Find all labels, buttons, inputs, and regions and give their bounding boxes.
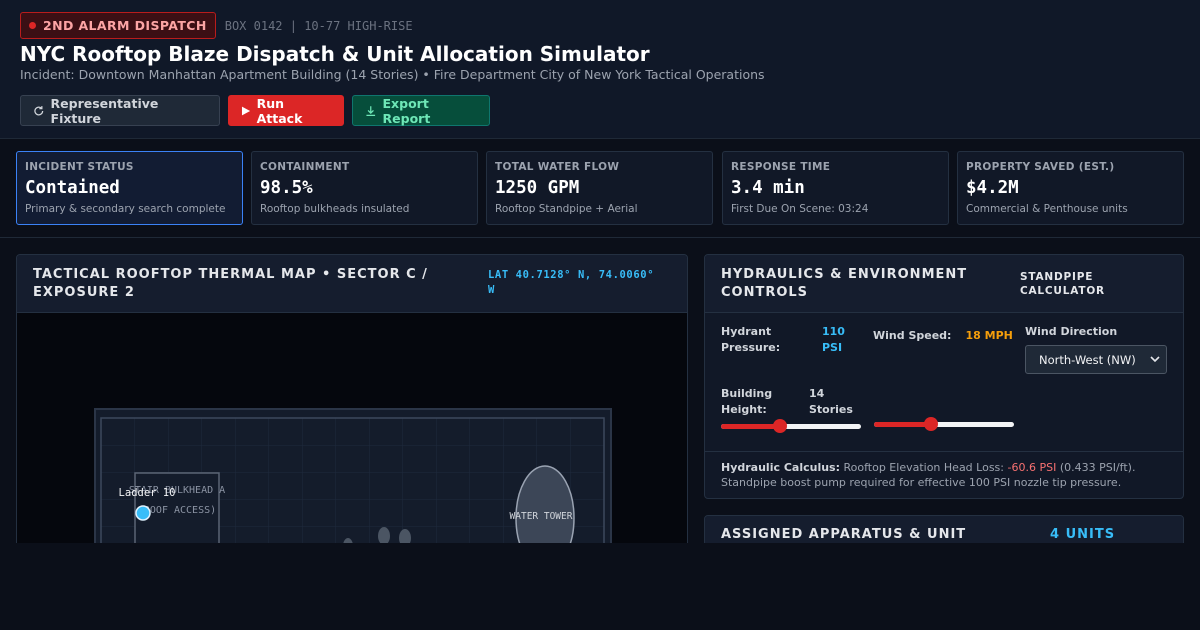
- slider-thumb[interactable]: [772, 419, 787, 433]
- run-attack-button[interactable]: Run Attack: [228, 95, 344, 126]
- stat-note: Rooftop Standpipe + Aerial: [495, 203, 638, 215]
- units-count-badge: 4 UNITS: [1050, 527, 1116, 542]
- map-coordinates-line-2: W: [488, 284, 495, 296]
- calc-heading: Hydraulic Calculus:: [721, 461, 840, 474]
- stat-value: Contained: [25, 178, 120, 198]
- thermal-map-canvas[interactable]: STAIR BULKHEAD A (ROOF ACCESS) WATER TOW…: [17, 313, 687, 553]
- calc-text-1: Rooftop Elevation Head Loss:: [843, 461, 1005, 474]
- hydraulic-calculus-note: Hydraulic Calculus: Rooftop Elevation He…: [705, 451, 1183, 498]
- export-report-label: Export Report: [382, 95, 431, 126]
- calc-text-3: Standpipe boost pump required for effect…: [721, 476, 1122, 489]
- refresh-icon: [34, 105, 44, 115]
- apparatus-title: ASSIGNED APPARATUS & UNIT: [721, 527, 967, 542]
- header: 2ND ALARM DISPATCH BOX 0142 | 10-77 HIGH…: [0, 0, 1200, 139]
- hydraulics-title-line-2: CONTROLS: [721, 285, 809, 300]
- stat-value: 3.4 min: [731, 178, 805, 198]
- wind-speed-slider[interactable]: [874, 417, 1014, 431]
- run-attack-label: Run Attack: [256, 95, 303, 126]
- stat-note: First Due On Scene: 03:24: [731, 203, 869, 215]
- download-icon: [366, 105, 376, 116]
- hydraulics-title-line-1: HYDRAULICS & ENVIRONMENT: [721, 267, 968, 282]
- representative-fixture-button[interactable]: Representative Fixture: [20, 95, 220, 126]
- stat-value: $4.2M: [966, 178, 1019, 198]
- hydrant-pressure-value-line-2: PSI: [822, 341, 843, 354]
- hydrant-pressure-slider[interactable]: [721, 419, 861, 433]
- play-icon: [241, 106, 251, 115]
- building-height-label-line-1: Building: [721, 387, 773, 400]
- page-subtitle: Incident: Downtown Manhattan Apartment B…: [20, 67, 765, 82]
- building-height-value-line-1: 14: [809, 387, 825, 400]
- thermal-map-panel: TACTICAL ROOFTOP THERMAL MAP • SECTOR C …: [16, 254, 688, 554]
- action-bar: Representative Fixture Run Attack Export…: [20, 95, 498, 126]
- stat-card-incident-status[interactable]: INCIDENT STATUS Contained Primary & seco…: [16, 151, 243, 225]
- wind-speed-label: Wind Speed:: [873, 329, 952, 342]
- export-report-button[interactable]: Export Report: [352, 95, 490, 126]
- thermal-map-title-line-1: TACTICAL ROOFTOP THERMAL MAP • SECTOR C …: [33, 267, 428, 282]
- thermal-map-header: TACTICAL ROOFTOP THERMAL MAP • SECTOR C …: [17, 255, 687, 313]
- chevron-down-icon: [1150, 356, 1160, 363]
- calc-head-loss: -60.6 PSI: [1007, 461, 1057, 474]
- stat-note: Commercial & Penthouse units: [966, 203, 1128, 215]
- wind-direction-label: Wind Direction: [1025, 325, 1118, 338]
- alarm-badge-label: 2ND ALARM DISPATCH: [43, 18, 207, 33]
- building-height-value-line-2: Stories: [809, 403, 853, 416]
- map-coordinates-line-1: LAT 40.7128° N, 74.0060°: [488, 269, 655, 281]
- stat-card-water-flow[interactable]: TOTAL WATER FLOW 1250 GPM Rooftop Standp…: [486, 151, 713, 225]
- wind-direction-select[interactable]: North-West (NW): [1025, 345, 1167, 374]
- stat-label: RESPONSE TIME: [731, 161, 831, 173]
- unit-marker-ladder-10[interactable]: [135, 505, 151, 521]
- stats-bar: INCIDENT STATUS Contained Primary & seco…: [0, 139, 1200, 238]
- stat-label: INCIDENT STATUS: [25, 161, 134, 173]
- building-height-label: Building Height:: [721, 386, 801, 418]
- stat-card-containment[interactable]: CONTAINMENT 98.5% Rooftop bulkheads insu…: [251, 151, 478, 225]
- stat-card-response-time[interactable]: RESPONSE TIME 3.4 min First Due On Scene…: [722, 151, 949, 225]
- hydraulics-title: HYDRAULICS & ENVIRONMENT CONTROLS: [721, 266, 967, 302]
- slider-thumb[interactable]: [924, 417, 939, 431]
- map-coordinates: LAT 40.7128° N, 74.0060° W: [488, 268, 678, 298]
- wind-direction-selected: North-West (NW): [1039, 353, 1136, 367]
- stat-note: Rooftop bulkheads insulated: [260, 203, 410, 215]
- stat-label: CONTAINMENT: [260, 161, 350, 173]
- slider-fill: [874, 422, 932, 427]
- alarm-badge: 2ND ALARM DISPATCH: [20, 12, 216, 39]
- hydraulics-panel: HYDRAULICS & ENVIRONMENT CONTROLS STANDP…: [704, 254, 1184, 499]
- stat-label: PROPERTY SAVED (EST.): [966, 161, 1115, 173]
- slider-fill: [721, 424, 780, 429]
- page-title: NYC Rooftop Blaze Dispatch & Unit Alloca…: [20, 42, 650, 66]
- rooftop-plan: STAIR BULKHEAD A (ROOF ACCESS) WATER TOW…: [94, 408, 612, 553]
- hydrant-pressure-label-line-1: Hydrant: [721, 325, 772, 338]
- hydrant-pressure-value: 110 PSI: [822, 324, 845, 356]
- wind-speed-value: 18 MPH: [965, 329, 1013, 342]
- hydrant-pressure-label: Hydrant Pressure:: [721, 324, 811, 356]
- unit-marker-label: Ladder 10: [119, 487, 176, 499]
- calc-text-2: (0.433 PSI/ft).: [1059, 461, 1136, 474]
- box-code: BOX 0142 | 10-77 HIGH-RISE: [224, 18, 413, 33]
- building-height-value: 14 Stories: [809, 386, 853, 418]
- standpipe-calculator-line-1: STANDPIPE: [1020, 271, 1094, 283]
- water-tower-label: WATER TOWER: [510, 511, 573, 522]
- hydrant-pressure-label-line-2: Pressure:: [721, 341, 781, 354]
- standpipe-calculator-label: STANDPIPE CALCULATOR: [1020, 270, 1105, 298]
- alarm-dot-icon: [29, 22, 36, 29]
- wind-speed-row: Wind Speed: 18 MPH: [873, 324, 1013, 344]
- alarm-row: 2ND ALARM DISPATCH BOX 0142 | 10-77 HIGH…: [20, 12, 413, 39]
- thermal-map-title-line-2: EXPOSURE 2: [33, 285, 135, 300]
- standpipe-calculator-line-2: CALCULATOR: [1020, 285, 1105, 297]
- thermal-map-title: TACTICAL ROOFTOP THERMAL MAP • SECTOR C …: [33, 266, 428, 302]
- building-height-label-line-2: Height:: [721, 403, 767, 416]
- representative-fixture-label: Representative Fixture: [50, 95, 159, 126]
- stat-value: 98.5%: [260, 178, 313, 198]
- hydraulics-header: HYDRAULICS & ENVIRONMENT CONTROLS STANDP…: [705, 255, 1183, 313]
- stat-card-property-saved[interactable]: PROPERTY SAVED (EST.) $4.2M Commercial &…: [957, 151, 1184, 225]
- page-bottom: [0, 543, 1200, 630]
- hydrant-pressure-value-line-1: 110: [822, 325, 845, 338]
- stat-label: TOTAL WATER FLOW: [495, 161, 620, 173]
- stat-note: Primary & secondary search complete: [25, 203, 226, 215]
- stat-value: 1250 GPM: [495, 178, 580, 198]
